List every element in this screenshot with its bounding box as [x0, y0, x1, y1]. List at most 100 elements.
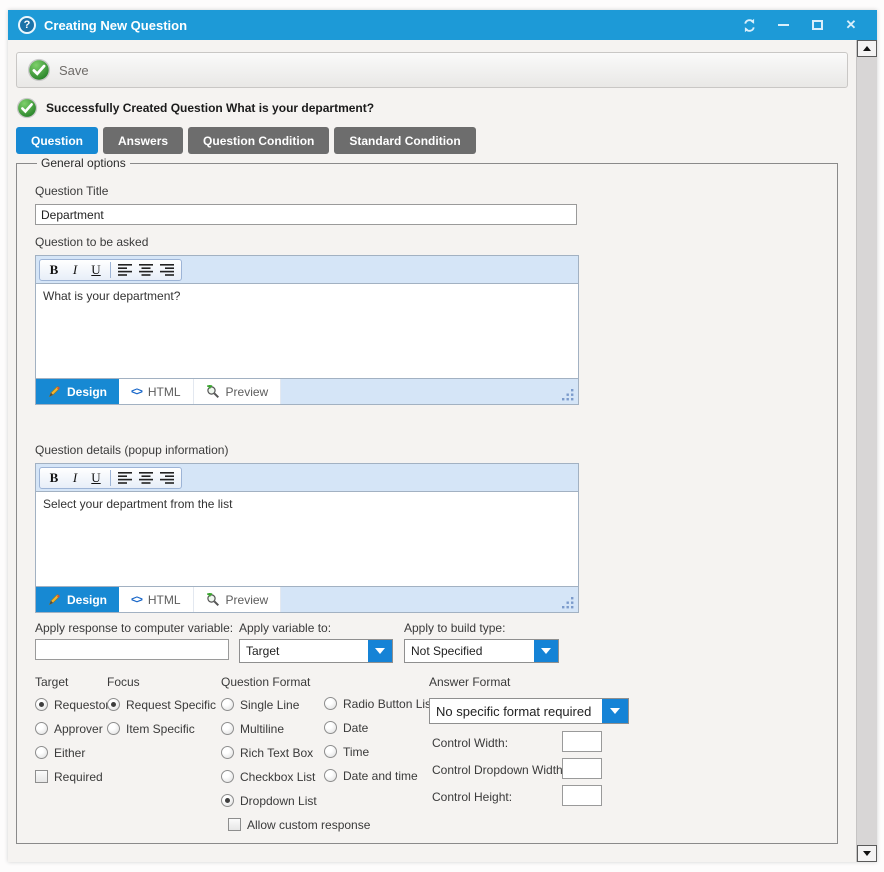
radio-time[interactable]: Time: [324, 745, 434, 758]
editor1-toolbar: B I U: [36, 256, 578, 283]
question-title-input[interactable]: [35, 204, 577, 225]
editor1-html-tab[interactable]: <> HTML: [119, 379, 194, 404]
tab-answers[interactable]: Answers: [103, 127, 183, 154]
align-left-icon[interactable]: [115, 261, 135, 279]
radio-date[interactable]: Date: [324, 721, 434, 734]
scroll-down-icon[interactable]: [857, 845, 877, 862]
control-dropdown-width-label: Control Dropdown Width:: [432, 763, 566, 777]
scrollbar-track[interactable]: [857, 57, 877, 845]
editor1-preview-tab[interactable]: Preview: [194, 379, 282, 404]
editor2-preview-tab[interactable]: Preview: [194, 587, 282, 612]
control-dropdown-width-input[interactable]: [562, 758, 602, 779]
dropdown-arrow-icon[interactable]: [602, 699, 628, 723]
radio-approver[interactable]: Approver: [35, 722, 109, 735]
bold-button[interactable]: B: [44, 469, 64, 487]
control-width-row: Control Width:: [429, 731, 631, 758]
radio-dropdown-list[interactable]: Dropdown List: [221, 794, 370, 807]
dropdown-arrow-icon[interactable]: [368, 640, 392, 662]
question-title-label: Question Title: [35, 184, 819, 198]
control-height-row: Control Height:: [429, 785, 631, 812]
toolbar-separator: [110, 262, 111, 278]
question-details-editor-body[interactable]: Select your department from the list: [36, 491, 578, 587]
radio-date-and-time[interactable]: Date and time: [324, 769, 434, 782]
answer-format-dropdown[interactable]: No specific format required: [429, 698, 629, 724]
general-options-legend: General options: [37, 156, 130, 170]
radio-requestor[interactable]: Requestor: [35, 698, 109, 711]
resize-grip[interactable]: [562, 597, 574, 609]
question-format-col2: Radio Button List Date Time: [324, 675, 434, 793]
options-grid: Target Requestor Approver: [35, 675, 819, 845]
vertical-scrollbar[interactable]: [856, 40, 877, 862]
editor2-toolbar: B I U: [36, 464, 578, 491]
underline-button[interactable]: U: [86, 261, 106, 279]
control-height-input[interactable]: [562, 785, 602, 806]
checkbox-allow-custom-response[interactable]: Allow custom response: [228, 818, 370, 831]
maximize-button[interactable]: [807, 15, 827, 35]
italic-button[interactable]: I: [65, 261, 85, 279]
minimize-button[interactable]: [773, 15, 793, 35]
tab-standard-condition[interactable]: Standard Condition: [334, 127, 475, 154]
variable-row: Apply response to computer variable: App…: [35, 621, 819, 671]
build-type-dropdown[interactable]: Not Specified: [404, 639, 559, 663]
underline-button[interactable]: U: [86, 469, 106, 487]
align-center-icon[interactable]: [136, 261, 156, 279]
save-button[interactable]: Save: [25, 56, 99, 84]
window-controls: ✕: [739, 15, 867, 35]
align-right-icon[interactable]: [157, 261, 177, 279]
close-button[interactable]: ✕: [841, 15, 861, 35]
question-details-label: Question details (popup information): [35, 443, 819, 457]
status-message: Successfully Created Question What is yo…: [46, 101, 374, 115]
target-label: Target: [35, 675, 109, 689]
html-tag-icon: <>: [131, 386, 142, 398]
italic-button[interactable]: I: [65, 469, 85, 487]
tab-question-condition[interactable]: Question Condition: [188, 127, 329, 154]
refresh-icon[interactable]: [739, 15, 759, 35]
answer-format-label: Answer Format: [429, 675, 631, 689]
tab-question[interactable]: Question: [16, 127, 98, 154]
html-tag-icon: <>: [131, 594, 142, 606]
apply-variable-label: Apply variable to:: [239, 621, 331, 635]
radio-item-specific[interactable]: Item Specific: [107, 722, 216, 735]
editor2-design-tab[interactable]: Design: [36, 587, 119, 612]
align-center-icon[interactable]: [136, 469, 156, 487]
editor1-design-tab[interactable]: Design: [36, 379, 119, 404]
radio-request-specific[interactable]: Request Specific: [107, 698, 216, 711]
answer-format-group: Answer Format No specific format require…: [429, 675, 631, 812]
question-asked-editor: B I U: [35, 255, 579, 405]
editor2-footer: Design <> HTML: [36, 587, 578, 612]
dialog-content: Save Successfully Created Question What …: [8, 40, 877, 862]
question-asked-label: Question to be asked: [35, 235, 819, 249]
radio-either[interactable]: Either: [35, 746, 109, 759]
editor2-html-tab[interactable]: <> HTML: [119, 587, 194, 612]
bold-button[interactable]: B: [44, 261, 64, 279]
help-icon[interactable]: ?: [18, 16, 36, 34]
question-asked-editor-body[interactable]: What is your department?: [36, 283, 578, 379]
build-type-label: Apply to build type:: [404, 621, 505, 635]
align-right-icon[interactable]: [157, 469, 177, 487]
target-group: Target Requestor Approver: [35, 675, 109, 794]
computer-variable-input[interactable]: [35, 639, 229, 660]
status-row: Successfully Created Question What is yo…: [16, 96, 848, 120]
titlebar: ? Creating New Question ✕: [8, 10, 877, 40]
question-details-editor: B I U: [35, 463, 579, 613]
control-height-label: Control Height:: [432, 790, 512, 804]
window-title: Creating New Question: [44, 18, 187, 33]
dropdown-arrow-icon[interactable]: [534, 640, 558, 662]
align-left-icon[interactable]: [115, 469, 135, 487]
save-check-icon: [27, 58, 51, 82]
resize-grip[interactable]: [562, 389, 574, 401]
computer-variable-label: Apply response to computer variable:: [35, 621, 233, 635]
control-dropdown-width-row: Control Dropdown Width:: [429, 758, 631, 785]
page-background: ? Creating New Question ✕: [0, 0, 884, 872]
save-button-label: Save: [59, 63, 89, 78]
focus-group: Focus Request Specific Item Specific: [107, 675, 216, 746]
dialog-creating-new-question: ? Creating New Question ✕: [8, 10, 877, 862]
scroll-up-icon[interactable]: [857, 40, 877, 57]
editor1-footer: Design <> HTML: [36, 379, 578, 404]
apply-variable-dropdown[interactable]: Target: [239, 639, 393, 663]
radio-radio-button-list[interactable]: Radio Button List: [324, 697, 434, 710]
control-width-input[interactable]: [562, 731, 602, 752]
checkbox-required[interactable]: Required: [35, 770, 109, 783]
magnifier-icon: [206, 593, 220, 607]
focus-label: Focus: [107, 675, 216, 689]
